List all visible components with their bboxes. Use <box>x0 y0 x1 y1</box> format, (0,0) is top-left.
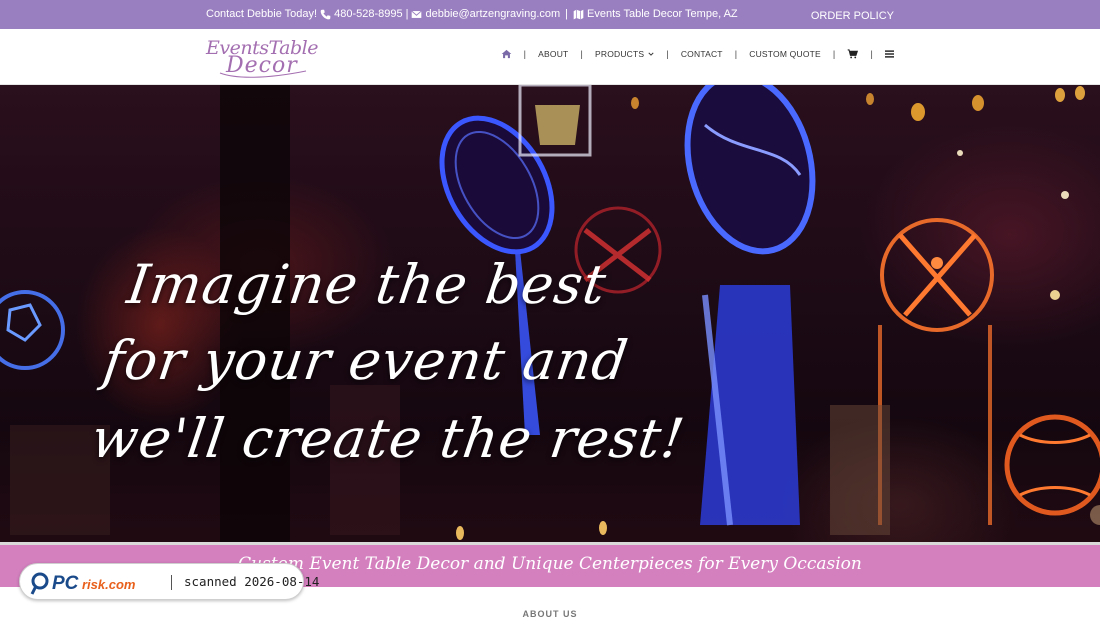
nav-custom-quote-label: CUSTOM QUOTE <box>749 49 821 59</box>
contact-info: Contact Debbie Today! 480-528-8995 | deb… <box>206 8 738 20</box>
svg-text:PC: PC <box>52 573 79 594</box>
location-link[interactable]: Events Table Decor Tempe, AZ <box>587 8 738 20</box>
scan-date: scanned 2026-08-14 <box>184 574 320 589</box>
hero-line-2: for your event and <box>99 329 633 392</box>
home-icon <box>501 49 511 59</box>
nav-custom-quote[interactable]: CUSTOM QUOTE <box>737 49 833 59</box>
nav-products-label: PRODUCTS <box>594 49 645 59</box>
nav-contact-label: CONTACT <box>680 49 723 59</box>
hero-section: Imagine the best for your event and we'l… <box>0 85 1100 542</box>
contact-text: Contact Debbie Today! <box>206 8 318 20</box>
site-logo[interactable]: EventsTable Decor <box>206 37 324 79</box>
watermark-badge: PC risk.com scanned 2026-08-14 <box>19 563 319 600</box>
nav-menu-toggle[interactable] <box>873 50 894 58</box>
envelope-icon <box>411 10 423 18</box>
nav-contact[interactable]: CONTACT <box>669 49 735 59</box>
menu-icon <box>885 50 894 58</box>
phone-icon <box>320 9 331 19</box>
main-nav: | ABOUT | PRODUCTS | CONTACT | CUSTOM QU… <box>489 49 894 59</box>
nav-products[interactable]: PRODUCTS <box>583 49 666 59</box>
watermark-divider <box>171 575 172 590</box>
nav-about-label: ABOUT <box>538 49 569 59</box>
logo-swirl <box>219 70 307 78</box>
separator: | <box>405 8 409 20</box>
nav-cart[interactable] <box>835 49 870 59</box>
chevron-down-icon <box>648 52 654 56</box>
nav-home[interactable] <box>489 49 524 59</box>
map-icon <box>573 9 584 19</box>
svg-text:risk.com: risk.com <box>82 577 136 592</box>
email-link[interactable]: debbie@artzengraving.com <box>425 8 560 20</box>
hero-line-1: Imagine the best <box>123 253 611 316</box>
pcrisk-logo: PC risk.com <box>30 572 136 595</box>
hero-line-3: we'll create the rest! <box>87 407 689 470</box>
cart-icon <box>848 49 859 59</box>
about-heading: ABOUT US <box>522 609 578 619</box>
separator: | <box>565 8 569 20</box>
phone-link[interactable]: 480-528-8995 <box>334 8 403 20</box>
site-header: EventsTable Decor | ABOUT | PRODUCTS | C… <box>0 29 1100 85</box>
top-bar: Contact Debbie Today! 480-528-8995 | deb… <box>0 0 1100 29</box>
order-policy-link[interactable]: ORDER POLICY <box>811 10 894 22</box>
nav-about[interactable]: ABOUT <box>526 49 580 59</box>
hero-tagline: Imagine the best for your event and we'l… <box>0 85 1100 542</box>
